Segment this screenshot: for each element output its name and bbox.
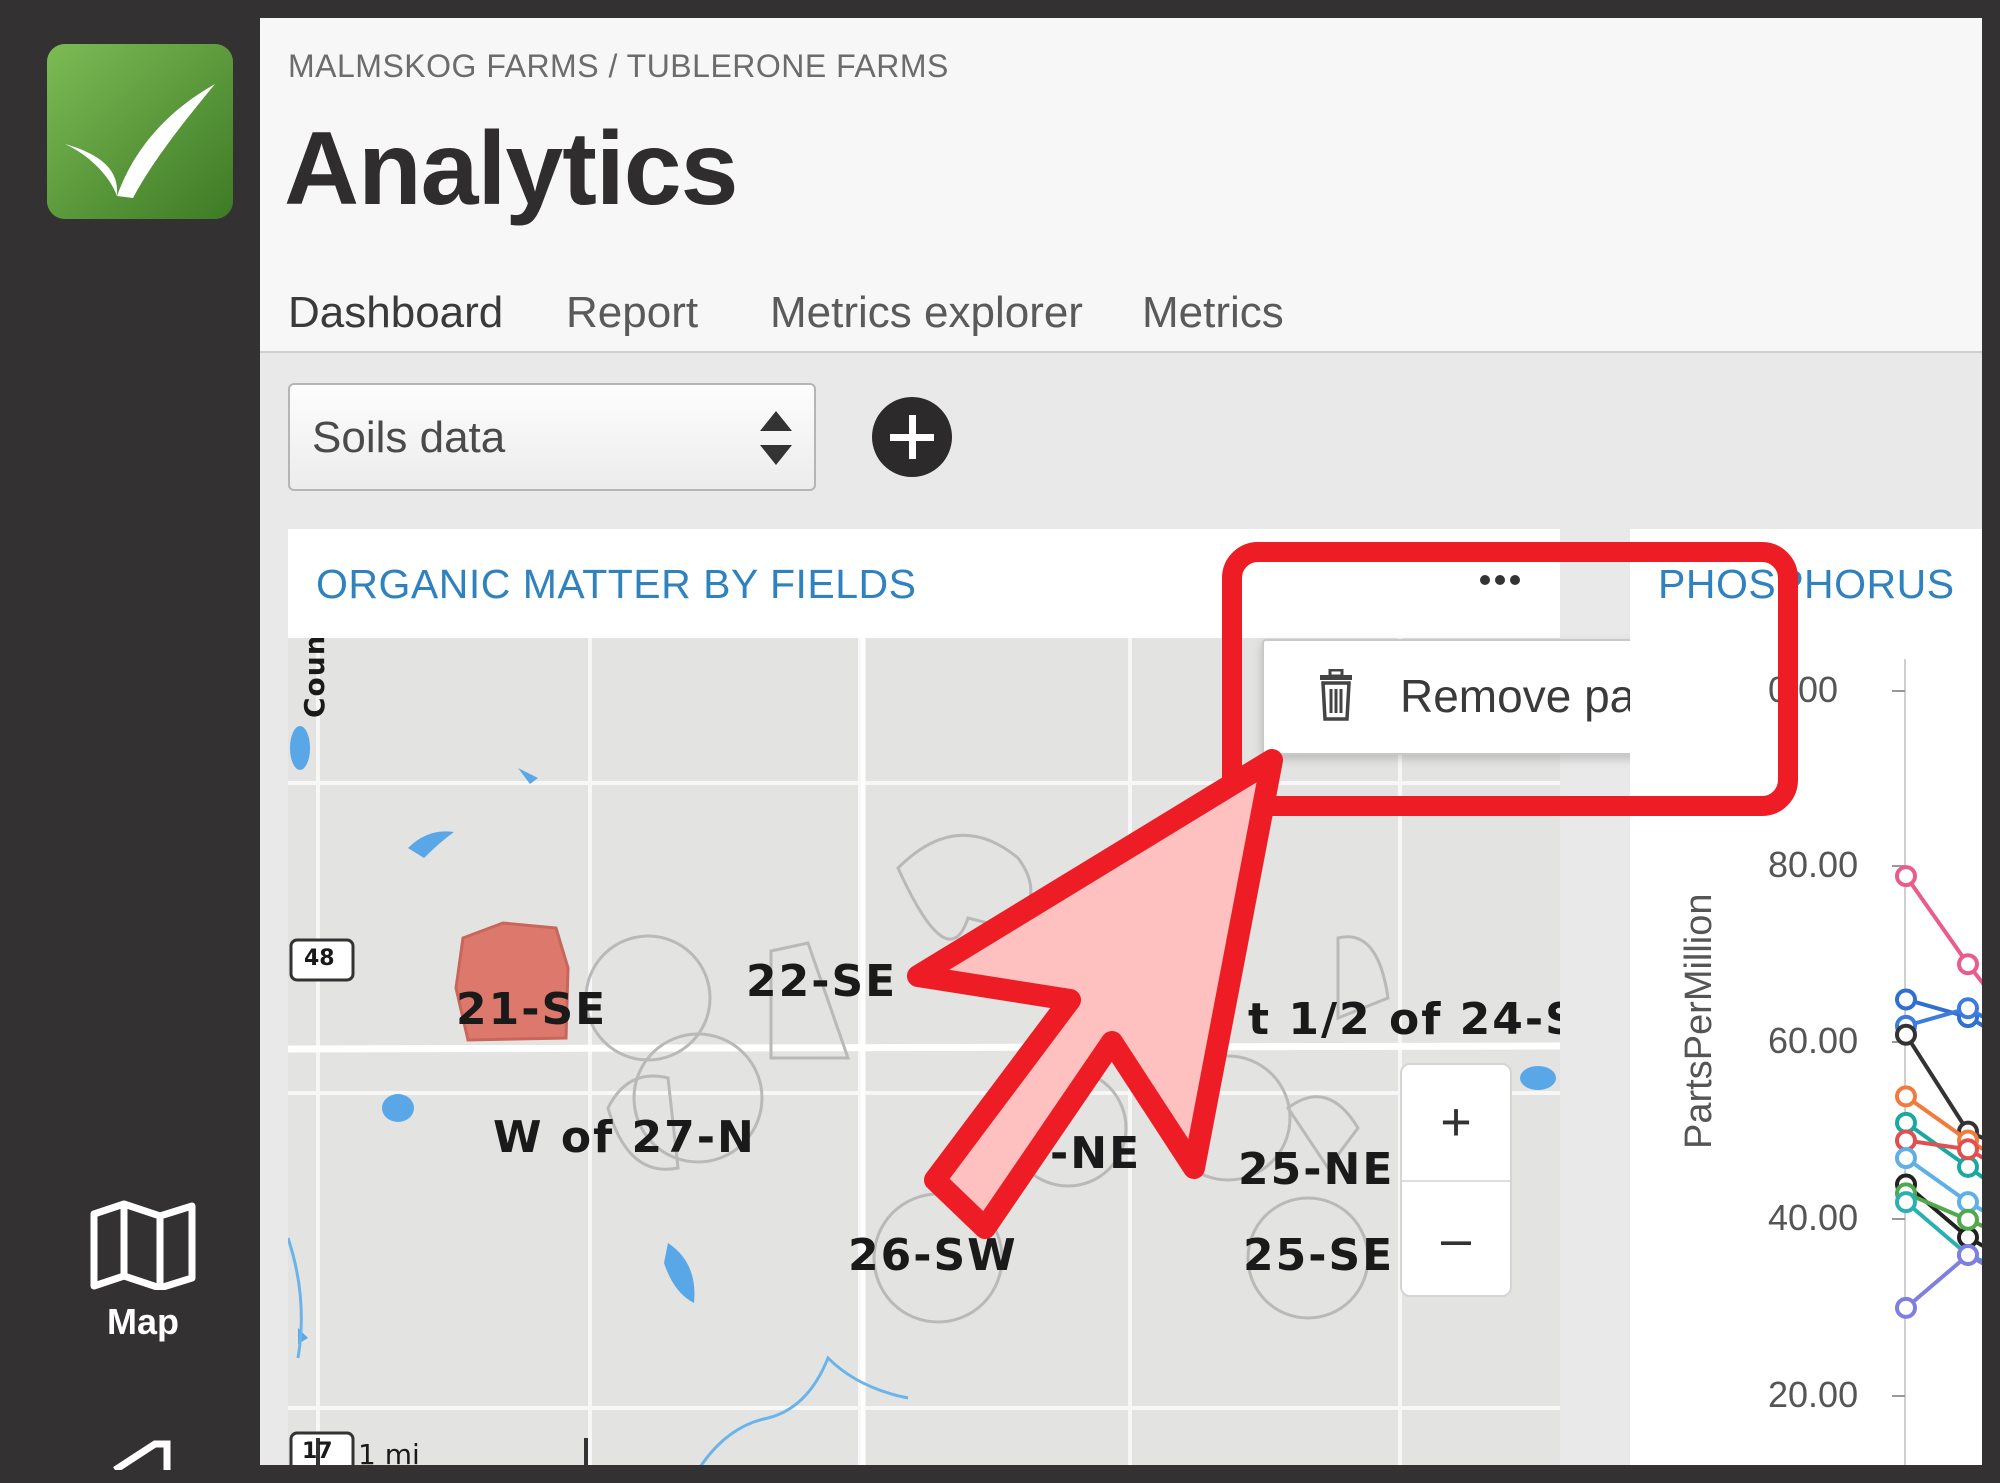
ellipsis-icon[interactable] <box>1478 573 1522 592</box>
dashboard-select[interactable]: Soils data <box>288 383 816 491</box>
data-point[interactable] <box>1895 865 1917 888</box>
panel-organic-matter: ORGANIC MATTER BY FIELDS 48 17 1 mi 21-S… <box>288 529 1756 1465</box>
map-icon <box>90 1200 196 1292</box>
left-sidebar: Map <box>0 0 260 1483</box>
data-point[interactable] <box>1895 1296 1917 1319</box>
road-label: County Hi <box>298 638 331 718</box>
field-label[interactable]: -NE <box>1050 1128 1141 1179</box>
dashboard-content: Soils data ORGANIC MATTER BY FIELDS 48 1… <box>260 353 1982 1465</box>
field-label[interactable]: W of 27-N <box>493 1112 756 1163</box>
field-label[interactable]: 26-SW <box>848 1230 1018 1281</box>
map-zoom-control: + – <box>1400 1063 1512 1297</box>
panel-title: ORGANIC MATTER BY FIELDS <box>316 561 917 607</box>
data-point[interactable] <box>1895 1023 1917 1046</box>
trash-icon <box>1320 669 1352 721</box>
app-main: MALMSKOG FARMS / TUBLERONE FARMS Analyti… <box>260 18 1982 1465</box>
nav-map-label: Map <box>107 1301 179 1342</box>
highway-shield-label-2: 17 <box>302 1439 333 1464</box>
breadcrumb[interactable]: MALMSKOG FARMS / TUBLERONE FARMS <box>288 48 949 85</box>
data-point[interactable] <box>1895 1085 1917 1108</box>
data-point[interactable] <box>1895 988 1917 1011</box>
select-arrows-icon <box>760 411 792 465</box>
tab-metrics-explorer[interactable]: Metrics explorer <box>770 288 1083 352</box>
tab-metrics[interactable]: Metrics <box>1142 288 1284 352</box>
data-point[interactable] <box>1957 953 1979 976</box>
plus-icon <box>890 415 934 459</box>
map-scale-label: 1 mi <box>358 1438 420 1465</box>
field-label[interactable]: 25-SE <box>1243 1230 1394 1281</box>
zoom-out-button[interactable]: – <box>1402 1182 1510 1296</box>
data-point[interactable] <box>1895 1129 1917 1152</box>
field-map[interactable]: County Hi 48 17 1 mi 21-SE 22-SE t 1/2 o… <box>288 638 1560 1465</box>
add-panel-button[interactable] <box>872 397 952 477</box>
panel-phosphorus: PHOSPHORUS 0.00 80.00 60.00 40.00 20.00 … <box>1630 529 1982 1465</box>
dashboard-select-value: Soils data <box>312 413 506 462</box>
data-point[interactable] <box>1895 1111 1917 1134</box>
highway-shield-label: 48 <box>304 946 335 971</box>
nav-next-icon[interactable] <box>105 1440 175 1475</box>
data-point[interactable] <box>1895 1147 1917 1170</box>
page-title: Analytics <box>284 111 738 227</box>
data-point[interactable] <box>1957 1138 1979 1161</box>
data-point[interactable] <box>1895 1191 1917 1214</box>
field-label[interactable]: t 1/2 of 24-S <box>1248 994 1560 1045</box>
data-point[interactable] <box>1957 1244 1979 1266</box>
data-point[interactable] <box>1957 1155 1979 1178</box>
leaf-check-icon <box>47 44 233 219</box>
data-point[interactable] <box>1957 1191 1979 1214</box>
data-point[interactable] <box>1957 997 1979 1020</box>
field-label[interactable]: 21-SE <box>456 984 607 1035</box>
phosphorus-chart <box>1892 659 1982 1465</box>
field-label[interactable]: 22-SE <box>746 956 897 1007</box>
data-point[interactable] <box>1957 1208 1979 1231</box>
nav-map-item[interactable]: Map <box>82 1200 204 1343</box>
data-point[interactable] <box>1957 1226 1979 1249</box>
map-canvas <box>288 638 1560 1465</box>
app-logo[interactable] <box>47 44 233 219</box>
field-label[interactable]: 25-NE <box>1238 1144 1394 1195</box>
tab-report[interactable]: Report <box>566 288 698 352</box>
zoom-in-button[interactable]: + <box>1402 1065 1510 1179</box>
